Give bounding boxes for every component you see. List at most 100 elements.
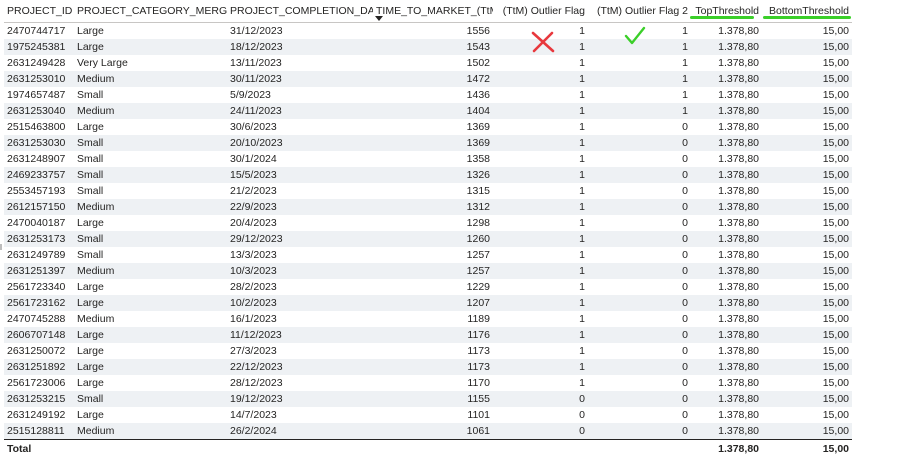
project-id-cell: 2561723162: [4, 295, 74, 311]
outlier-flag-2-cell: 1: [588, 55, 691, 71]
col-header-project-category[interactable]: PROJECT_CATEGORY_MERGED: [74, 0, 227, 23]
total-empty-cell: [588, 440, 691, 459]
table-row[interactable]: 2470745288Medium16/1/20231189101.378,801…: [4, 311, 852, 327]
scrollbar-marker[interactable]: [0, 244, 2, 250]
outlier-flag-2-cell: 0: [588, 295, 691, 311]
table-row[interactable]: 1974657487Small5/9/20231436111.378,8015,…: [4, 87, 852, 103]
col-header-top-threshold[interactable]: TopThreshold: [691, 0, 762, 23]
table-row[interactable]: 2631248907Small30/1/20241358101.378,8015…: [4, 151, 852, 167]
table-row[interactable]: 2470744717Large31/12/20231556111.378,801…: [4, 23, 852, 40]
bottom-threshold-cell: 15,00: [762, 23, 852, 40]
table-row[interactable]: 2515463800Large30/6/20231369101.378,8015…: [4, 119, 852, 135]
total-row: Total 1.378,80 15,00: [4, 440, 852, 459]
top-threshold-cell: 1.378,80: [691, 39, 762, 55]
completion-date-cell: 19/12/2023: [227, 391, 373, 407]
top-threshold-cell: 1.378,80: [691, 327, 762, 343]
outlier-flag-2-cell: 0: [588, 263, 691, 279]
category-cell: Medium: [74, 263, 227, 279]
top-threshold-cell: 1.378,80: [691, 167, 762, 183]
table-row[interactable]: 2515128811Medium26/2/20241061001.378,801…: [4, 423, 852, 440]
sort-descending-icon[interactable]: [375, 16, 383, 21]
time-to-market-cell: 1061: [373, 423, 493, 440]
completion-date-cell: 18/12/2023: [227, 39, 373, 55]
total-empty-cell: [493, 440, 588, 459]
project-id-cell: 2631253040: [4, 103, 74, 119]
time-to-market-cell: 1543: [373, 39, 493, 55]
completion-date-cell: 10/3/2023: [227, 263, 373, 279]
completion-date-cell: 22/12/2023: [227, 359, 373, 375]
table-row[interactable]: 2631253040Medium24/11/20231404111.378,80…: [4, 103, 852, 119]
outlier-flag-cell: 1: [493, 231, 588, 247]
total-label: Total: [4, 440, 74, 459]
col-header-project-id[interactable]: PROJECT_ID: [4, 0, 74, 23]
table-row[interactable]: 2606707148Large11/12/20231176101.378,801…: [4, 327, 852, 343]
bottom-threshold-cell: 15,00: [762, 391, 852, 407]
category-cell: Small: [74, 87, 227, 103]
time-to-market-cell: 1369: [373, 119, 493, 135]
bottom-threshold-cell: 15,00: [762, 311, 852, 327]
outlier-flag-cell: 1: [493, 55, 588, 71]
bottom-threshold-cell: 15,00: [762, 87, 852, 103]
time-to-market-cell: 1173: [373, 359, 493, 375]
completion-date-cell: 13/11/2023: [227, 55, 373, 71]
outlier-flag-cell: 1: [493, 167, 588, 183]
top-threshold-cell: 1.378,80: [691, 119, 762, 135]
top-threshold-cell: 1.378,80: [691, 231, 762, 247]
bottom-threshold-cell: 15,00: [762, 71, 852, 87]
outlier-flag-cell: 1: [493, 215, 588, 231]
table-row[interactable]: 2631251397Medium10/3/20231257101.378,801…: [4, 263, 852, 279]
col-header-outlier-flag[interactable]: (TtM) Outlier Flag: [493, 0, 588, 23]
bottom-threshold-cell: 15,00: [762, 263, 852, 279]
col-header-bottom-threshold[interactable]: BottomThreshold: [762, 0, 852, 23]
table-row[interactable]: 2561723006Large28/12/20231170101.378,801…: [4, 375, 852, 391]
bottom-threshold-cell: 15,00: [762, 167, 852, 183]
completion-date-cell: 13/3/2023: [227, 247, 373, 263]
table-row[interactable]: 2469233757Small15/5/20231326101.378,8015…: [4, 167, 852, 183]
category-cell: Large: [74, 295, 227, 311]
table-row[interactable]: 2631253010Medium30/11/20231472111.378,80…: [4, 71, 852, 87]
project-id-cell: 2631249192: [4, 407, 74, 423]
table-row[interactable]: 2553457193Small21/2/20231315101.378,8015…: [4, 183, 852, 199]
completion-date-cell: 28/2/2023: [227, 279, 373, 295]
completion-date-cell: 29/12/2023: [227, 231, 373, 247]
project-id-cell: 2561723340: [4, 279, 74, 295]
bottom-threshold-cell: 15,00: [762, 295, 852, 311]
outlier-flag-2-cell: 0: [588, 183, 691, 199]
bottom-threshold-cell: 15,00: [762, 55, 852, 71]
col-header-outlier-flag-2[interactable]: (TtM) Outlier Flag 2: [588, 0, 691, 23]
category-cell: Medium: [74, 71, 227, 87]
outlier-flag-cell: 1: [493, 375, 588, 391]
col-header-label: (TtM) Outlier Flag: [503, 5, 585, 17]
outlier-flag-cell: 1: [493, 263, 588, 279]
table-row[interactable]: 2631250072Large27/3/20231173101.378,8015…: [4, 343, 852, 359]
table-row[interactable]: 2631249428Very Large13/11/20231502111.37…: [4, 55, 852, 71]
table-row[interactable]: 2631253173Small29/12/20231260101.378,801…: [4, 231, 852, 247]
table-row[interactable]: 2631251892Large22/12/20231173101.378,801…: [4, 359, 852, 375]
category-cell: Small: [74, 151, 227, 167]
outlier-flag-cell: 1: [493, 343, 588, 359]
table-row[interactable]: 2631253030Small20/10/20231369101.378,801…: [4, 135, 852, 151]
table-row[interactable]: 1975245381Large18/12/20231543111.378,801…: [4, 39, 852, 55]
category-cell: Medium: [74, 103, 227, 119]
outlier-flag-2-cell: 0: [588, 119, 691, 135]
table-row[interactable]: 2561723162Large10/2/20231207101.378,8015…: [4, 295, 852, 311]
category-cell: Large: [74, 215, 227, 231]
table-row[interactable]: 2631249192Large14/7/20231101001.378,8015…: [4, 407, 852, 423]
col-header-time-to-market[interactable]: TIME_TO_MARKET_(TtM): [373, 0, 493, 23]
col-header-completion-date[interactable]: PROJECT_COMPLETION_DATE: [227, 0, 373, 23]
table-row[interactable]: 2631253215Small19/12/20231155001.378,801…: [4, 391, 852, 407]
outlier-flag-2-cell: 0: [588, 199, 691, 215]
table-row[interactable]: 2631249789Small13/3/20231257101.378,8015…: [4, 247, 852, 263]
completion-date-cell: 21/2/2023: [227, 183, 373, 199]
table-row[interactable]: 2470040187Large20/4/20231298101.378,8015…: [4, 215, 852, 231]
top-threshold-underline: [690, 16, 754, 19]
time-to-market-cell: 1101: [373, 407, 493, 423]
table-row[interactable]: 2612157150Medium22/9/20231312101.378,801…: [4, 199, 852, 215]
category-cell: Small: [74, 391, 227, 407]
completion-date-cell: 11/12/2023: [227, 327, 373, 343]
outlier-flag-2-cell: 1: [588, 87, 691, 103]
outlier-flag-2-cell: 0: [588, 375, 691, 391]
header-row: PROJECT_ID PROJECT_CATEGORY_MERGED PROJE…: [4, 0, 852, 23]
table-row[interactable]: 2561723340Large28/2/20231229101.378,8015…: [4, 279, 852, 295]
top-threshold-cell: 1.378,80: [691, 359, 762, 375]
